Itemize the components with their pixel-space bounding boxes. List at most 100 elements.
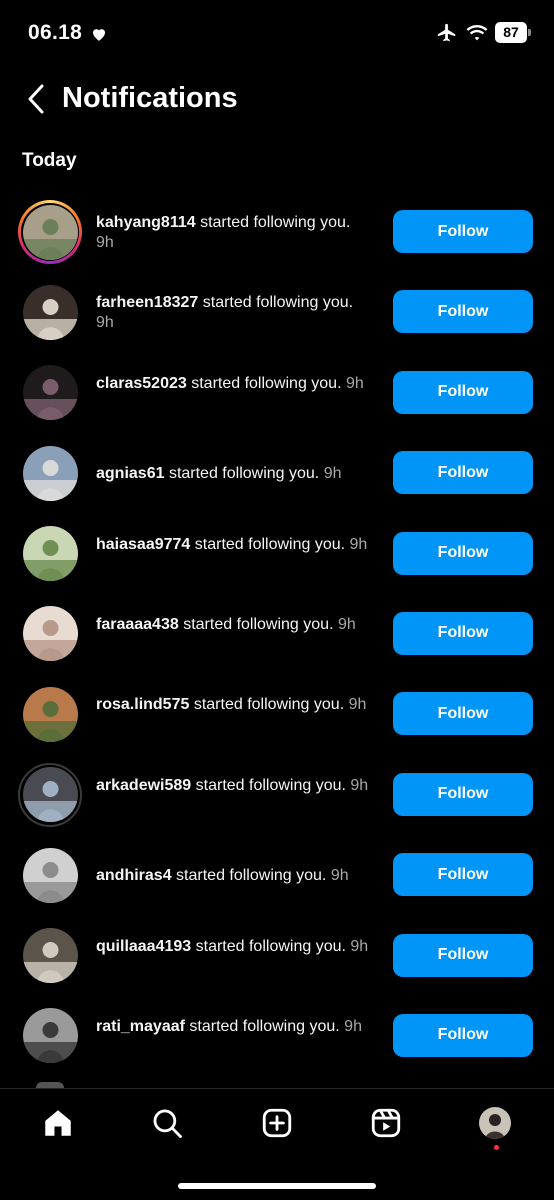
notification-time: 9h	[350, 776, 369, 794]
notification-action: started following you.	[202, 294, 354, 312]
reels-icon	[371, 1108, 401, 1138]
home-indicator	[178, 1183, 376, 1189]
notification-action: started following you.	[189, 1017, 340, 1035]
profile-avatar	[479, 1107, 511, 1139]
notification-time: 9h	[345, 374, 364, 392]
avatar-ring[interactable]	[18, 682, 82, 746]
tab-profile[interactable]	[477, 1105, 513, 1141]
avatar	[22, 204, 78, 260]
notification-action: started following you.	[191, 374, 342, 392]
username-link[interactable]: agnias61	[96, 465, 164, 482]
avatar-ring[interactable]	[18, 361, 82, 425]
avatar	[22, 606, 78, 662]
notification-row[interactable]: kahyang8114 started following you. 9h Fol…	[0, 191, 554, 271]
username-link[interactable]: andhiras4	[96, 867, 172, 884]
avatar-ring[interactable]	[18, 1004, 82, 1068]
username-link[interactable]: claras52023	[96, 375, 187, 392]
notification-time: 9h	[323, 465, 342, 483]
follow-button[interactable]: Follow	[393, 692, 533, 736]
notification-row[interactable]: claras52023 started following you. 9h Fol…	[0, 352, 554, 432]
avatar-border	[21, 685, 79, 744]
notification-row[interactable]: andhiras4 started following you. 9h Follo…	[0, 834, 554, 914]
notification-time: 9h	[96, 314, 114, 332]
notification-text: farheen18327 started following you. 9h	[96, 293, 371, 333]
create-icon	[262, 1108, 292, 1138]
follow-button[interactable]: Follow	[393, 772, 533, 816]
avatar-ring[interactable]	[18, 762, 82, 827]
notification-text: claras52023 started following you. 9h	[96, 374, 371, 394]
username-link[interactable]: farheen18327	[96, 294, 198, 311]
follow-button[interactable]: Follow	[393, 210, 533, 253]
tab-reels[interactable]	[368, 1105, 404, 1141]
heart-icon	[93, 29, 105, 41]
username-link[interactable]: arkadewi589	[96, 777, 191, 794]
avatar-ring[interactable]	[18, 200, 82, 264]
search-icon	[153, 1109, 182, 1138]
notification-row[interactable]: quillaaa4193 started following you. 9h Fo…	[0, 915, 554, 995]
avatar	[22, 365, 78, 421]
status-bar: 06.18 87	[0, 0, 554, 66]
avatar-border	[21, 363, 79, 422]
status-time: 06.18	[28, 21, 83, 44]
avatar	[22, 686, 78, 742]
username-link[interactable]: rosa.lind575	[96, 696, 189, 713]
notification-text: andhiras4 started following you. 9h	[96, 866, 386, 886]
avatar-border	[21, 926, 79, 985]
avatar-ring[interactable]	[18, 602, 82, 666]
username-link[interactable]: kahyang8114	[96, 214, 196, 231]
notification-text: faraaaa438 started following you. 9h	[96, 615, 371, 635]
follow-button[interactable]: Follow	[393, 290, 533, 334]
notification-row[interactable]: rosa.lind575 started following you. 9h Fo…	[0, 673, 554, 753]
avatar-ring[interactable]	[18, 441, 82, 505]
page-title: Notifications	[62, 82, 238, 114]
follow-button[interactable]: Follow	[393, 370, 533, 414]
username-link[interactable]: faraaaa438	[96, 616, 179, 633]
notification-row[interactable]: agnias61 started following you. 9h Follow	[0, 432, 554, 512]
notification-time: 9h	[337, 615, 356, 633]
notification-text: arkadewi589 started following you. 9h	[96, 776, 371, 796]
notification-text: haiasaa9774 started following you. 9h	[96, 535, 371, 555]
airplane-icon	[437, 23, 456, 42]
username-link[interactable]: rati_mayaaf	[96, 1018, 185, 1035]
follow-button[interactable]: Follow	[393, 933, 533, 977]
notification-row[interactable]: haiasaa9774 started following you. 9h Fol…	[0, 513, 554, 593]
follow-button[interactable]: Follow	[393, 611, 533, 655]
avatar-ring[interactable]	[18, 924, 82, 988]
section-title-today: Today	[22, 150, 77, 171]
username-link[interactable]: quillaaa4193	[96, 938, 191, 955]
avatar-ring[interactable]	[18, 280, 82, 344]
follow-button[interactable]: Follow	[393, 531, 533, 575]
notification-text: kahyang8114 started following you. 9h	[96, 213, 371, 253]
notification-row[interactable]: arkadewi589 started following you. 9h Fol…	[0, 754, 554, 834]
avatar	[22, 445, 78, 501]
notification-row[interactable]: farheen18327 started following you. 9h Fo…	[0, 271, 554, 351]
avatar-border	[21, 765, 79, 824]
notification-text: quillaaa4193 started following you. 9h	[96, 937, 371, 957]
back-button[interactable]	[24, 82, 50, 116]
follow-button[interactable]: Follow	[393, 853, 533, 897]
tab-create[interactable]	[259, 1105, 295, 1141]
avatar-border	[21, 604, 79, 663]
avatar-ring[interactable]	[18, 522, 82, 586]
notification-action: started following you.	[168, 465, 320, 483]
follow-button[interactable]: Follow	[393, 1013, 533, 1057]
notification-row[interactable]: rati_mayaaf started following you. 9h Fol…	[0, 995, 554, 1075]
header: Notifications	[0, 70, 554, 130]
avatar-ring[interactable]	[18, 843, 82, 907]
notification-row[interactable]: faraaaa438 started following you. 9h Foll…	[0, 593, 554, 673]
tab-search[interactable]	[149, 1105, 185, 1141]
notification-time: 9h	[350, 937, 369, 955]
avatar	[22, 1008, 78, 1064]
notification-time: 9h	[349, 535, 368, 553]
home-icon	[45, 1110, 71, 1136]
avatar	[22, 526, 78, 582]
follow-button[interactable]: Follow	[393, 451, 533, 495]
notification-action: started following you.	[200, 214, 351, 231]
tab-home[interactable]	[40, 1105, 76, 1141]
notification-action: started following you.	[193, 696, 345, 714]
notification-action: started following you.	[183, 615, 334, 633]
avatar-border	[21, 1006, 79, 1065]
notification-time: 9h	[330, 867, 349, 885]
username-link[interactable]: haiasaa9774	[96, 536, 190, 553]
notification-text: rati_mayaaf started following you. 9h	[96, 1017, 371, 1037]
